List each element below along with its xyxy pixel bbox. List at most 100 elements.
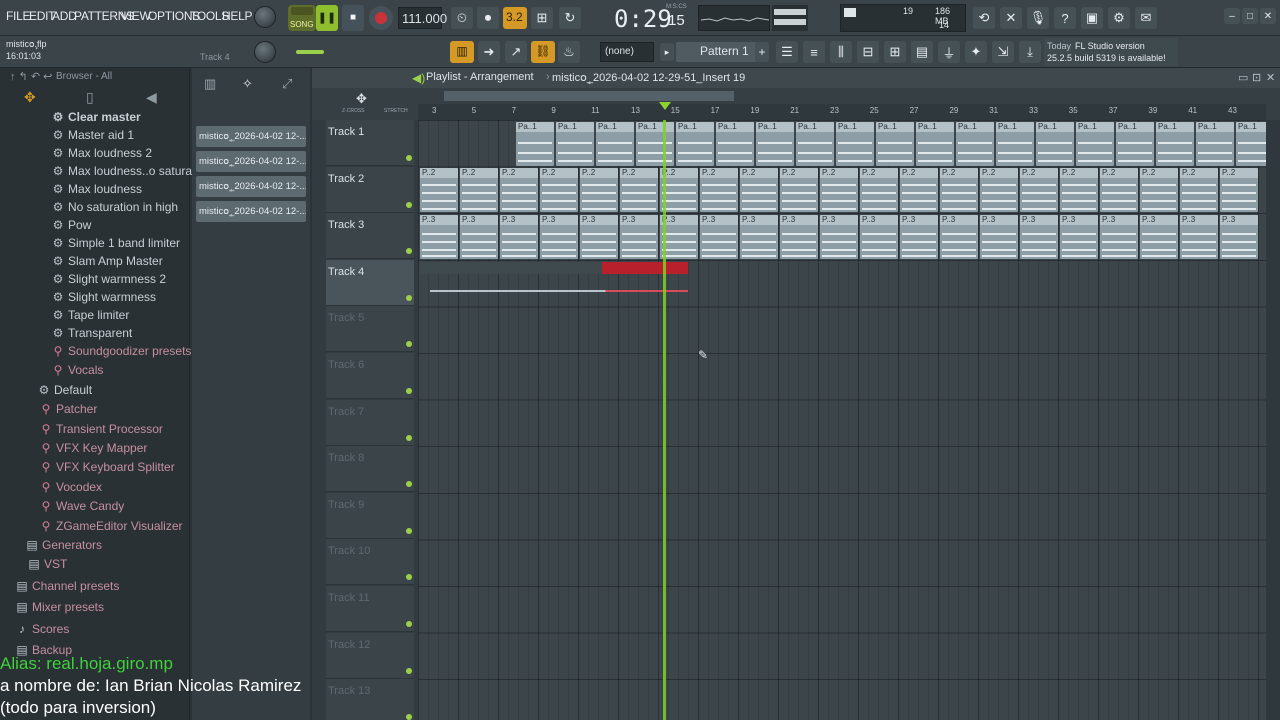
pattern-clip[interactable]: P..2	[940, 168, 978, 212]
draw-tool-icon[interactable]: ↗	[505, 41, 527, 63]
export-icon[interactable]: ⇲	[992, 41, 1014, 63]
pattern-clip[interactable]: Pa..1	[636, 122, 674, 166]
browser-item[interactable]: ⚲ VFX Key Mapper	[40, 441, 148, 459]
browser-item[interactable]: ⚲ ZGameEditor Visualizer	[40, 519, 183, 537]
project-icon[interactable]: ▤	[911, 41, 933, 63]
chat-icon[interactable]: ✉	[1135, 7, 1157, 29]
pattern-clip[interactable]: P..2	[540, 168, 578, 212]
menu-view[interactable]: VIEW	[121, 9, 151, 23]
menu-help[interactable]: HELP	[222, 9, 252, 23]
pattern-clip[interactable]: P..3	[500, 215, 538, 259]
track-header[interactable]: Track 9	[326, 492, 414, 539]
pattern-clip[interactable]: P..3	[780, 215, 818, 259]
snap-select[interactable]: (none)	[600, 42, 654, 62]
track-header[interactable]: Track 6	[326, 353, 414, 399]
mixer-icon[interactable]: ⫼	[830, 41, 852, 63]
pattern-clip[interactable]: P..2	[420, 168, 458, 212]
plugin-icon[interactable]: ⏚	[938, 41, 960, 63]
browser-item[interactable]: ▤ Mixer presets	[16, 600, 104, 618]
tempo-display[interactable]: 111.000	[398, 7, 447, 29]
pattern-clip[interactable]: P..2	[820, 168, 858, 212]
stop-button[interactable]: ■	[342, 5, 364, 31]
browser-item[interactable]: ⚲ Vocodex	[40, 480, 102, 498]
pattern-clip[interactable]: Pa..1	[1156, 122, 1194, 166]
browser-item[interactable]: ⚲ Vocals	[52, 363, 104, 381]
track-header[interactable]: Track 12	[326, 632, 414, 679]
browser-item[interactable]: ⚲ VFX Keyboard Splitter	[40, 460, 175, 478]
pattern-clip[interactable]: P..3	[1100, 215, 1138, 259]
pattern-clip[interactable]: P..3	[860, 215, 898, 259]
microphone-icon[interactable]: 🎙	[1027, 7, 1049, 29]
browser-item[interactable]: ⚙ Max loudness..o saturation	[52, 164, 212, 182]
arrangement-grid[interactable]: Pa..1 Pa..1 Pa..1 Pa..1 Pa..1 Pa..1 Pa..1 Pa..1…	[418, 120, 1274, 720]
pattern-clip[interactable]: Pa..1	[556, 122, 594, 166]
pattern-clip[interactable]: P..3	[1020, 215, 1058, 259]
track-header[interactable]: Track 4	[326, 259, 414, 306]
pattern-clip[interactable]: P..3	[420, 215, 458, 259]
pattern-clip[interactable]: P..2	[1140, 168, 1178, 212]
pattern-clip[interactable]: P..3	[700, 215, 738, 259]
browser-item[interactable]: ⚲ Soundgoodizer presets	[52, 344, 192, 362]
pattern-clip[interactable]: P..2	[1100, 168, 1138, 212]
add-pattern-icon[interactable]: +	[755, 42, 769, 62]
track-mute-led[interactable]	[406, 388, 412, 394]
minimize-icon[interactable]: –	[1224, 8, 1240, 24]
menu-file[interactable]: FILE	[6, 9, 30, 23]
browser-item[interactable]: ⚙ Slight warmness 2	[52, 272, 166, 290]
panic-icon[interactable]: ✕	[1000, 7, 1022, 29]
pattern-item[interactable]: misticoٕ_2026-04-02 12-...	[196, 176, 306, 197]
browser-item[interactable]: ⚲ Wave Candy	[40, 499, 125, 517]
browser-item[interactable]: ▤ Generators	[26, 538, 102, 556]
help-icon[interactable]: ?	[1054, 7, 1076, 29]
pattern-clip[interactable]: P..2	[700, 168, 738, 212]
save-icon[interactable]: ▣	[1081, 7, 1103, 29]
pattern-clip[interactable]: Pa..1	[1076, 122, 1114, 166]
master-volume-knob[interactable]	[254, 6, 276, 28]
browser-item[interactable]: ⚙ Slam Amp Master	[52, 254, 163, 272]
track-mute-led[interactable]	[406, 294, 412, 301]
pattern-clip[interactable]: Pa..1	[1116, 122, 1154, 166]
timeline-ruler[interactable]: 3 5 7 9 11 13 15 17 19 21 23 25 27 29 31 33 35 37 39 41 43	[418, 104, 1266, 120]
pattern-clip[interactable]: P..2	[1020, 168, 1058, 212]
track-header[interactable]: Track 1	[326, 120, 414, 166]
pattern-clip[interactable]: P..2	[740, 168, 778, 212]
pattern-clip[interactable]: Pa..1	[956, 122, 994, 166]
browser-item[interactable]: ⚙ Slight warmness	[52, 290, 156, 308]
undo-history-icon[interactable]: ⟲	[973, 7, 995, 29]
maximize-icon[interactable]: □	[1242, 8, 1258, 24]
browser-item[interactable]: ⚲ Patcher	[40, 402, 98, 420]
pattern-clip[interactable]: P..2	[900, 168, 938, 212]
window-close-icon[interactable]: ✕	[1266, 71, 1275, 84]
track-header[interactable]: Track 5	[326, 306, 414, 353]
pattern-clip[interactable]: P..2	[580, 168, 618, 212]
track-header[interactable]: Track 11	[326, 586, 414, 632]
automation-icon[interactable]: ⤢	[282, 76, 292, 92]
track-header[interactable]: Track 3	[326, 213, 414, 260]
pattern-clip[interactable]: P..3	[540, 215, 578, 259]
pattern-clip[interactable]: Pa..1	[1196, 122, 1234, 166]
pattern-clip[interactable]: P..3	[820, 215, 858, 259]
browser-item[interactable]: ▤ Channel presets	[16, 579, 119, 597]
browser-item[interactable]: ▤ VST	[28, 557, 67, 575]
pattern-clip[interactable]: P..2	[1060, 168, 1098, 212]
time-display[interactable]: 0:29 15 M:S:CS	[590, 2, 690, 34]
picker-icon[interactable]: ▥	[204, 76, 216, 92]
pattern-clip[interactable]: P..2	[780, 168, 818, 212]
pattern-clip[interactable]: Pa..1	[716, 122, 754, 166]
pattern-clip[interactable]: P..3	[980, 215, 1018, 259]
vertical-scrollbar[interactable]	[1266, 120, 1280, 720]
track-mute-led[interactable]	[406, 527, 412, 534]
pattern-clip[interactable]: P..3	[460, 215, 498, 259]
pattern-clip[interactable]: Pa..1	[596, 122, 634, 166]
track-header[interactable]: Track 2	[326, 166, 414, 213]
browser-item[interactable]: ⚙ Simple 1 band limiter	[52, 236, 180, 254]
step-edit-icon[interactable]: ⊞	[531, 7, 553, 29]
pattern-clip[interactable]: P..3	[1060, 215, 1098, 259]
track-header[interactable]: Track 10	[326, 539, 414, 586]
track-mute-led[interactable]	[406, 481, 412, 488]
browser-item[interactable]: ⚙ Tape limiter	[52, 308, 130, 326]
pattern-prev-icon[interactable]: ▸	[660, 43, 674, 61]
patcher-icon[interactable]: ⊟	[857, 41, 879, 63]
pattern-clip[interactable]: P..3	[620, 215, 658, 259]
speaker-icon[interactable]: ◀)	[412, 71, 425, 85]
